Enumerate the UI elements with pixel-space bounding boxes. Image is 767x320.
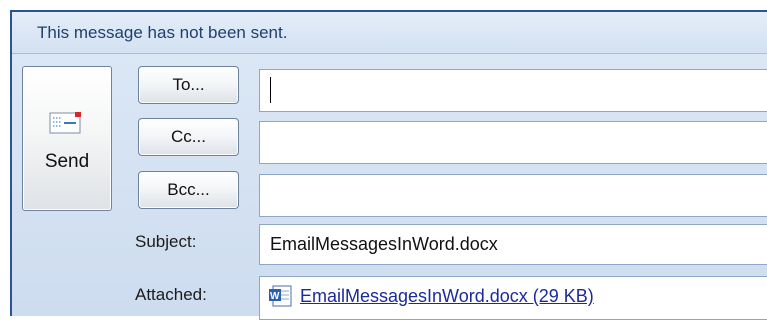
- caption-strip: [0, 0, 767, 10]
- cc-field[interactable]: [259, 121, 767, 164]
- to-button[interactable]: To...: [138, 66, 239, 104]
- address-area: Send To... Cc... Bcc... Subject: EmailMe…: [12, 54, 767, 320]
- word-document-icon: W: [269, 285, 292, 307]
- subject-field[interactable]: EmailMessagesInWord.docx: [259, 224, 767, 265]
- send-envelope-icon: [49, 112, 81, 134]
- send-button[interactable]: Send: [22, 66, 112, 211]
- to-field[interactable]: [259, 69, 767, 112]
- text-caret: [270, 77, 271, 103]
- attachment-link[interactable]: EmailMessagesInWord.docx (29 KB): [300, 286, 594, 307]
- cc-button[interactable]: Cc...: [138, 118, 239, 156]
- bcc-button[interactable]: Bcc...: [138, 171, 239, 209]
- attached-label: Attached:: [135, 285, 207, 304]
- info-bar-message: This message has not been sent.: [37, 23, 288, 42]
- attachment-field: W EmailMessagesInWord.docx (29 KB): [259, 276, 767, 320]
- subject-label: Subject:: [135, 232, 197, 251]
- svg-text:W: W: [270, 291, 280, 302]
- send-label: Send: [44, 151, 90, 172]
- bcc-field[interactable]: [259, 174, 767, 217]
- info-bar: This message has not been sent.: [12, 12, 767, 54]
- compose-header-panel: This message has not been sent. Send To.…: [10, 10, 767, 320]
